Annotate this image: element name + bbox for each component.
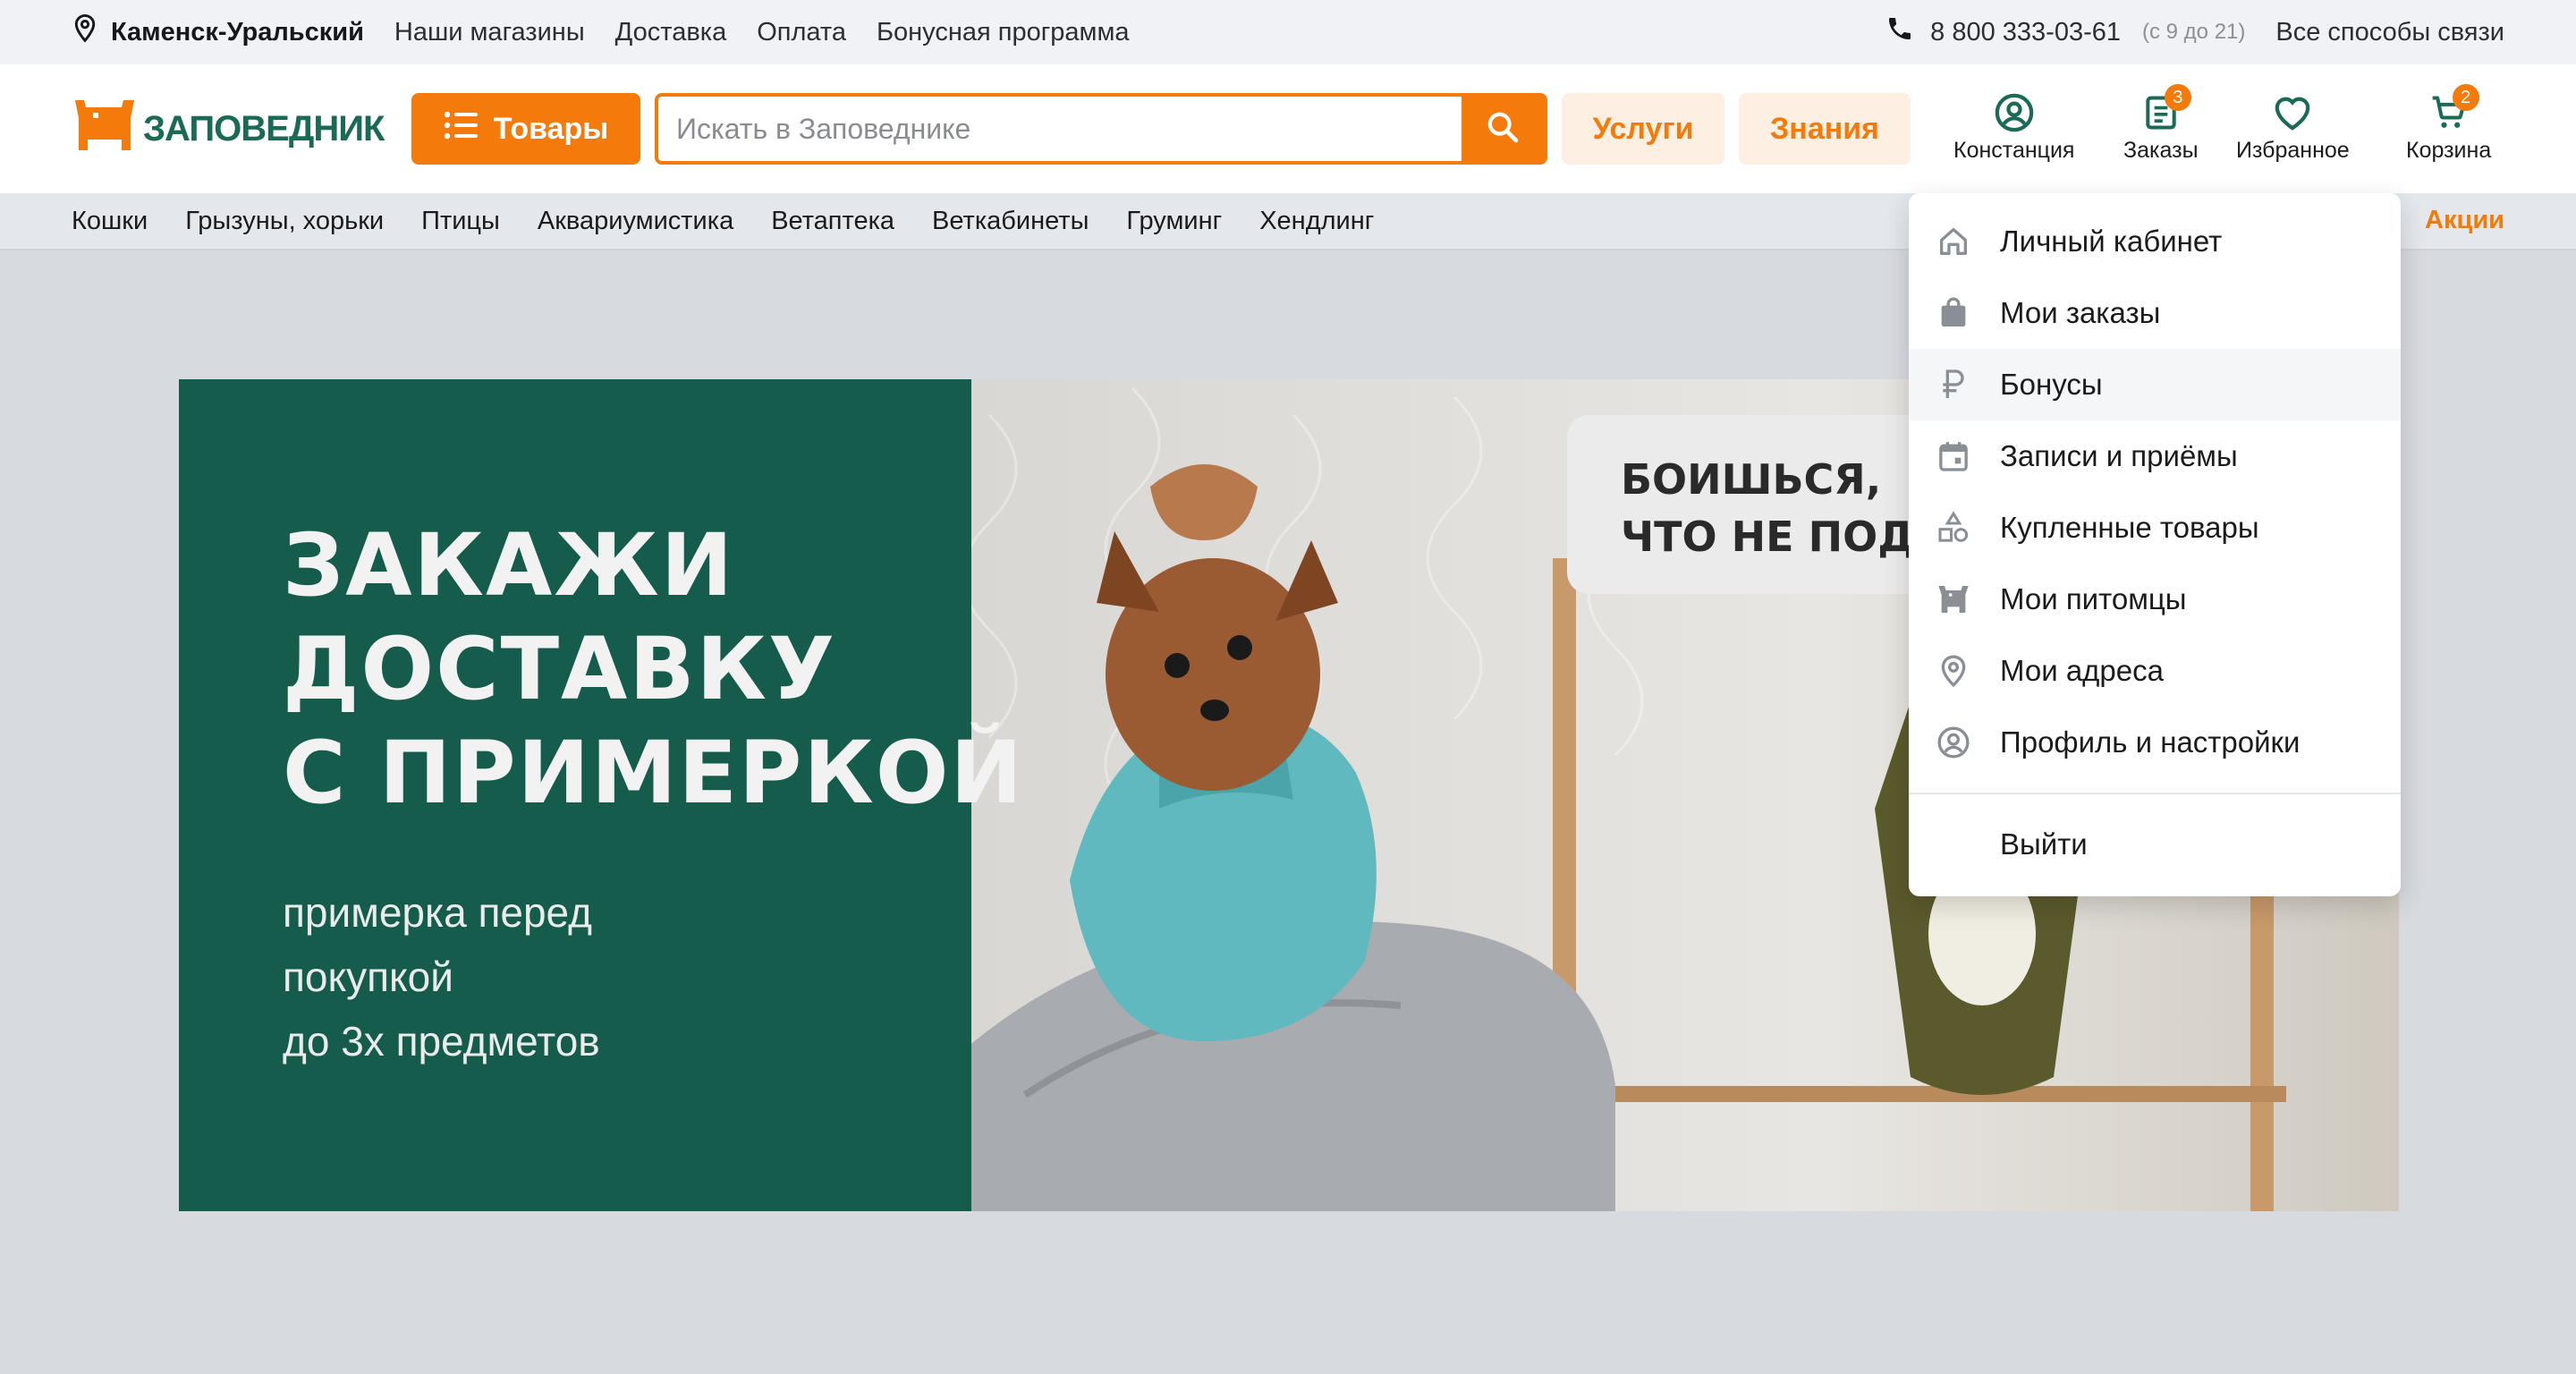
banner-title-line: ДОСТАВКУ xyxy=(283,619,836,719)
phone-number: 8 800 333-03-61 xyxy=(1930,17,2121,47)
menu-item-my-orders[interactable]: Мои заказы xyxy=(1909,277,2401,349)
link-all-contacts[interactable]: Все способы связи xyxy=(2275,18,2504,47)
category-grooming[interactable]: Груминг xyxy=(1126,207,1222,236)
ruble-icon xyxy=(1934,365,1973,404)
menu-item-label: Личный кабинет xyxy=(2000,225,2223,258)
cart-icon: 2 xyxy=(2428,84,2479,134)
menu-item-personal-account[interactable]: Личный кабинет xyxy=(1909,206,2401,277)
category-vet-pharmacy[interactable]: Ветаптека xyxy=(771,207,894,236)
account-label: Констанция xyxy=(1953,138,2075,163)
menu-item-label: Мои питомцы xyxy=(2000,582,2187,615)
top-utility-bar: Каменск-Уральский Наши магазины Доставка… xyxy=(0,0,2576,64)
menu-item-my-pets[interactable]: Мои питомцы xyxy=(1909,564,2401,635)
favorites-label: Избранное xyxy=(2236,138,2350,163)
banner-title-line: ЗАКАЖИ xyxy=(283,515,735,615)
services-button[interactable]: Услуги xyxy=(1562,93,1724,165)
search-input[interactable] xyxy=(658,97,1462,161)
category-aquaristics[interactable]: Аквариумистика xyxy=(538,207,733,236)
logo-text: ЗАПОВЕДНИК xyxy=(143,109,385,148)
menu-item-label: Бонусы xyxy=(2000,368,2103,401)
search-button[interactable] xyxy=(1462,97,1544,161)
banner-subtitle-line: до 3х предметов xyxy=(283,1018,600,1064)
orders-button[interactable]: 3 Заказы xyxy=(2123,84,2199,164)
pet-icon xyxy=(1934,580,1973,619)
menu-item-my-addresses[interactable]: Мои адреса xyxy=(1909,635,2401,707)
phone-icon xyxy=(1885,14,1914,50)
menu-item-profile-settings[interactable]: Профиль и настройки xyxy=(1909,707,2401,778)
location-pin-icon xyxy=(72,13,98,51)
category-handling[interactable]: Хендлинг xyxy=(1259,207,1374,236)
menu-item-label: Мои адреса xyxy=(2000,654,2164,687)
link-stores[interactable]: Наши магазины xyxy=(394,18,585,47)
category-rodents[interactable]: Грызуны, хорьки xyxy=(185,207,384,236)
city-selector[interactable]: Каменск-Уральский xyxy=(72,13,364,51)
banner-title-line: С ПРИМЕРКОЙ xyxy=(283,723,1024,823)
user-circle-icon xyxy=(1993,91,2036,134)
logo-bear-icon xyxy=(72,95,138,164)
menu-divider xyxy=(1909,793,2401,794)
category-birds[interactable]: Птицы xyxy=(421,207,500,236)
logo[interactable]: ЗАПОВЕДНИК xyxy=(72,95,385,164)
link-payment[interactable]: Оплата xyxy=(757,18,846,47)
main-header: ЗАПОВЕДНИК Товары Услуги Знания Констанц… xyxy=(0,64,2576,193)
shapes-icon xyxy=(1934,508,1973,547)
account-dropdown-menu: Личный кабинет Мои заказы Бонусы Записи … xyxy=(1909,193,2401,896)
catalog-button-label: Товары xyxy=(493,111,609,146)
profile-icon xyxy=(1934,723,1973,762)
heart-icon xyxy=(2271,91,2314,134)
banner-subtitle-line: примерка перед xyxy=(283,889,592,936)
menu-item-label: Мои заказы xyxy=(2000,296,2161,329)
search-icon xyxy=(1485,109,1521,149)
menu-item-appointments[interactable]: Записи и приёмы xyxy=(1909,420,2401,492)
orders-label: Заказы xyxy=(2123,138,2199,163)
cart-badge: 2 xyxy=(2452,84,2479,111)
phone-hours: (с 9 до 21) xyxy=(2142,20,2246,44)
orders-badge: 3 xyxy=(2164,84,2191,111)
banner-subtitle-line: покупкой xyxy=(283,954,453,1000)
home-icon xyxy=(1934,222,1973,261)
calendar-icon xyxy=(1934,437,1973,476)
account-button[interactable]: Констанция xyxy=(1953,91,2074,164)
knowledge-button[interactable]: Знания xyxy=(1739,93,1911,165)
menu-item-logout[interactable]: Выйти xyxy=(1909,809,2401,880)
banner-subtitle: примерка перед покупкой до 3х предметов xyxy=(283,880,600,1073)
banner-title: ЗАКАЖИ ДОСТАВКУ С ПРИМЕРКОЙ xyxy=(283,513,1024,825)
phone-block[interactable]: 8 800 333-03-61 (с 9 до 21) xyxy=(1885,14,2245,50)
link-delivery[interactable]: Доставка xyxy=(615,18,727,47)
menu-item-label: Купленные товары xyxy=(2000,511,2259,544)
city-name: Каменск-Уральский xyxy=(111,17,364,47)
cart-button[interactable]: 2 Корзина xyxy=(2406,84,2492,164)
menu-item-label: Профиль и настройки xyxy=(2000,725,2301,759)
list-icon xyxy=(444,111,478,148)
favorites-button[interactable]: Избранное xyxy=(2236,91,2350,164)
banner-text-panel: ЗАКАЖИ ДОСТАВКУ С ПРИМЕРКОЙ примерка пер… xyxy=(179,379,1022,1211)
orders-list-icon: 3 xyxy=(2140,84,2191,134)
category-vet-clinics[interactable]: Веткабинеты xyxy=(932,207,1089,236)
category-cats[interactable]: Кошки xyxy=(72,207,148,236)
promo-link[interactable]: Акции xyxy=(2425,206,2504,235)
shopping-bag-icon xyxy=(1934,293,1973,333)
link-bonus-program[interactable]: Бонусная программа xyxy=(877,18,1130,47)
cart-label: Корзина xyxy=(2406,138,2492,163)
catalog-button[interactable]: Товары xyxy=(411,93,640,165)
location-pin-icon xyxy=(1934,651,1973,691)
menu-item-purchased-goods[interactable]: Купленные товары xyxy=(1909,492,2401,564)
menu-item-label: Записи и приёмы xyxy=(2000,439,2238,472)
search-bar xyxy=(655,93,1547,165)
menu-item-bonuses[interactable]: Бонусы xyxy=(1909,349,2401,420)
